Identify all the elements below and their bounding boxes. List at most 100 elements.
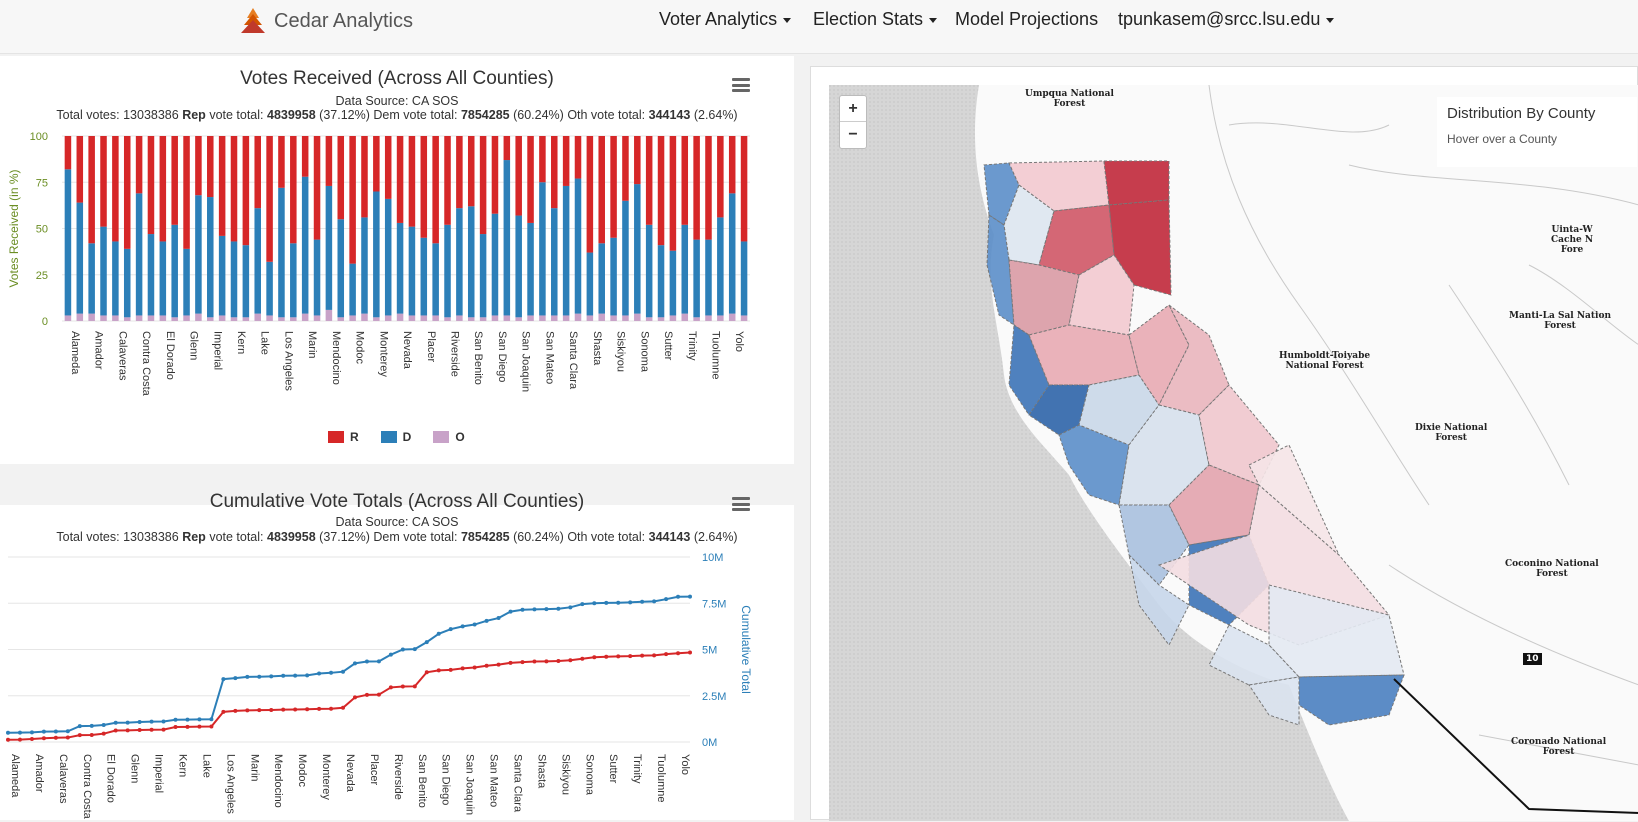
bar-segment-r — [503, 136, 511, 161]
data-point-r — [209, 724, 214, 729]
y-tick-label: 25 — [36, 270, 48, 282]
zoom-in-button[interactable]: + — [840, 96, 866, 122]
x-tick-label: Alameda — [9, 754, 21, 798]
nav-voter-analytics[interactable]: Voter Analytics — [659, 9, 792, 30]
bar-segment-r — [147, 136, 155, 235]
data-point-r — [580, 656, 585, 661]
chart-source: Data Source: CA SOS — [335, 94, 459, 108]
bar-segment-r — [467, 136, 475, 207]
data-point-r — [484, 663, 489, 668]
bar-segment-r — [266, 136, 273, 262]
caret-down-icon — [929, 17, 938, 23]
bar-segment-r — [598, 136, 605, 244]
data-point-r — [376, 692, 381, 697]
x-tick-label: Alameda — [69, 331, 81, 375]
data-point-d — [245, 674, 250, 679]
chart-menu-icon[interactable] — [732, 497, 750, 511]
x-tick-label: Amador — [93, 331, 105, 370]
data-point-r — [341, 705, 346, 710]
data-point-r — [508, 660, 513, 665]
zoom-out-button[interactable]: − — [840, 122, 866, 148]
summary-rep-label: vote total: — [209, 530, 264, 544]
bar-segment-d — [159, 241, 167, 316]
bar-segment-r — [479, 136, 487, 235]
county-shape — [1028, 324, 1140, 386]
bar-segment-r — [112, 136, 119, 242]
legend-item-dem[interactable]: D — [380, 430, 411, 444]
summary-total: 13038386 — [123, 530, 179, 544]
x-tick-label: El Dorado — [164, 331, 176, 380]
data-point-d — [640, 599, 645, 604]
data-point-d — [556, 606, 561, 611]
x-tick-label: Sutter — [662, 331, 674, 361]
bar-segment-r — [278, 136, 285, 188]
data-point-d — [17, 730, 22, 735]
summary-total-label: Total votes: — [56, 108, 120, 122]
bar-segment-d — [503, 160, 511, 316]
x-tick-label: Los Angeles — [282, 331, 294, 391]
bar-segment-r — [539, 136, 546, 183]
chart-source: Data Source: CA SOS — [335, 515, 459, 529]
bar-segment-o — [313, 315, 321, 321]
bar-segment-d — [728, 193, 736, 314]
data-point-r — [640, 653, 645, 658]
bar-segment-r — [100, 136, 107, 227]
bar-segment-o — [361, 313, 368, 321]
data-point-d — [125, 720, 130, 725]
data-point-d — [676, 594, 681, 599]
nav-user-menu[interactable]: tpunkasem@srcc.lsu.edu — [1118, 9, 1335, 30]
y-tick-label: 5M — [702, 645, 717, 657]
data-point-d — [520, 607, 525, 612]
x-tick-label: Marin — [248, 754, 260, 782]
bar-segment-o — [515, 317, 522, 321]
bar-segment-r — [254, 136, 261, 209]
x-tick-label: Nevada — [344, 754, 356, 793]
bar-segment-d — [408, 226, 416, 316]
nav-label: Election Stats — [813, 9, 924, 29]
x-tick-label: Modoc — [354, 331, 366, 365]
summary-dem-label: Dem vote total: — [373, 108, 458, 122]
summary-dem-total: 7854285 — [460, 108, 510, 122]
bar-segment-d — [147, 234, 155, 316]
data-point-r — [496, 662, 501, 667]
data-point-r — [520, 660, 525, 665]
data-point-r — [652, 653, 657, 658]
nav-model-projections[interactable]: Model Projections — [955, 9, 1098, 30]
summary-rep-label: vote total: — [209, 108, 264, 122]
x-tick-label: San Mateo — [488, 754, 500, 807]
x-tick-label: Monterey — [377, 331, 389, 377]
info-text: Hover over a County — [1447, 132, 1558, 146]
data-point-d — [592, 601, 597, 606]
nav-election-stats[interactable]: Election Stats — [813, 9, 938, 30]
x-tick-label: Siskiyou — [615, 331, 627, 372]
bar-segment-r — [728, 136, 736, 194]
data-point-r — [77, 733, 82, 738]
bar-segment-r — [349, 136, 356, 264]
brand[interactable]: Cedar Analytics — [238, 6, 413, 36]
data-point-r — [233, 708, 238, 713]
bar-segment-r — [171, 136, 178, 225]
legend-swatch — [328, 431, 344, 443]
nav-label: tpunkasem@srcc.lsu.edu — [1118, 9, 1321, 29]
bar-segment-d — [681, 224, 689, 314]
bar-segment-d — [384, 198, 392, 316]
bar-segment-r — [705, 136, 712, 240]
legend-item-rep[interactable]: R — [328, 430, 359, 444]
bar-segment-d — [467, 206, 475, 318]
bar-segment-d — [705, 239, 712, 316]
bar-segment-d — [515, 215, 522, 318]
california-county-map[interactable]: + − Distribution By County Hover over a … — [829, 85, 1638, 821]
chart-menu-icon[interactable] — [732, 78, 750, 92]
x-tick-label: Lake — [259, 331, 271, 355]
bar-segment-o — [562, 315, 570, 321]
legend-item-oth[interactable]: O — [433, 430, 465, 444]
data-point-r — [89, 732, 94, 737]
bar-segment-d — [349, 263, 356, 316]
y-tick-label: 0 — [42, 316, 48, 328]
data-point-d — [352, 661, 357, 666]
data-point-d — [532, 607, 537, 612]
bar-segment-o — [242, 317, 250, 321]
data-point-d — [400, 647, 405, 652]
summary-oth-pct: (2.64%) — [693, 108, 738, 122]
bar-segment-o — [183, 315, 190, 321]
